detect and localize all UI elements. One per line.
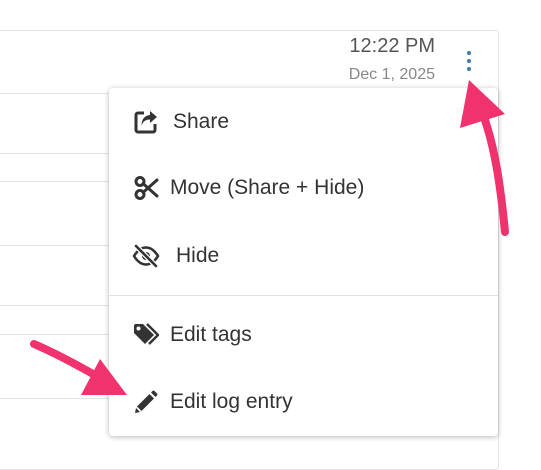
row-divider bbox=[0, 181, 110, 182]
row-divider bbox=[0, 245, 110, 246]
menu-item-edit-tags[interactable]: Edit tags bbox=[109, 306, 498, 364]
kebab-dot bbox=[467, 67, 471, 71]
kebab-dot bbox=[467, 51, 471, 55]
menu-item-label: Hide bbox=[176, 244, 220, 267]
entry-time: 12:22 PM bbox=[349, 35, 435, 57]
menu-item-edit-log-entry[interactable]: Edit log entry bbox=[109, 373, 498, 431]
menu-item-label: Edit log entry bbox=[170, 390, 293, 413]
scissors-icon bbox=[131, 173, 161, 203]
row-divider bbox=[0, 153, 110, 154]
row-divider bbox=[0, 93, 110, 94]
eye-slash-icon bbox=[131, 241, 161, 271]
menu-divider bbox=[109, 295, 498, 296]
row-divider bbox=[0, 305, 110, 306]
menu-item-hide[interactable]: Hide bbox=[109, 227, 498, 285]
menu-item-label: Share bbox=[173, 110, 230, 133]
menu-item-label: Move (Share + Hide) bbox=[170, 176, 365, 199]
pencil-icon bbox=[131, 387, 161, 417]
kebab-dot bbox=[467, 59, 471, 63]
menu-item-move[interactable]: Move (Share + Hide) bbox=[109, 159, 498, 217]
share-square-icon bbox=[131, 107, 161, 137]
row-divider bbox=[0, 398, 110, 399]
row-divider bbox=[0, 334, 110, 335]
tags-icon bbox=[131, 320, 161, 350]
menu-item-label: Edit tags bbox=[170, 323, 252, 346]
entry-actions-menu: Share Move (Share + Hide) Hide Edit tags… bbox=[109, 88, 498, 436]
entry-date: Dec 1, 2025 bbox=[348, 66, 435, 83]
menu-item-share[interactable]: Share bbox=[109, 93, 498, 151]
more-options-button[interactable] bbox=[461, 49, 477, 73]
